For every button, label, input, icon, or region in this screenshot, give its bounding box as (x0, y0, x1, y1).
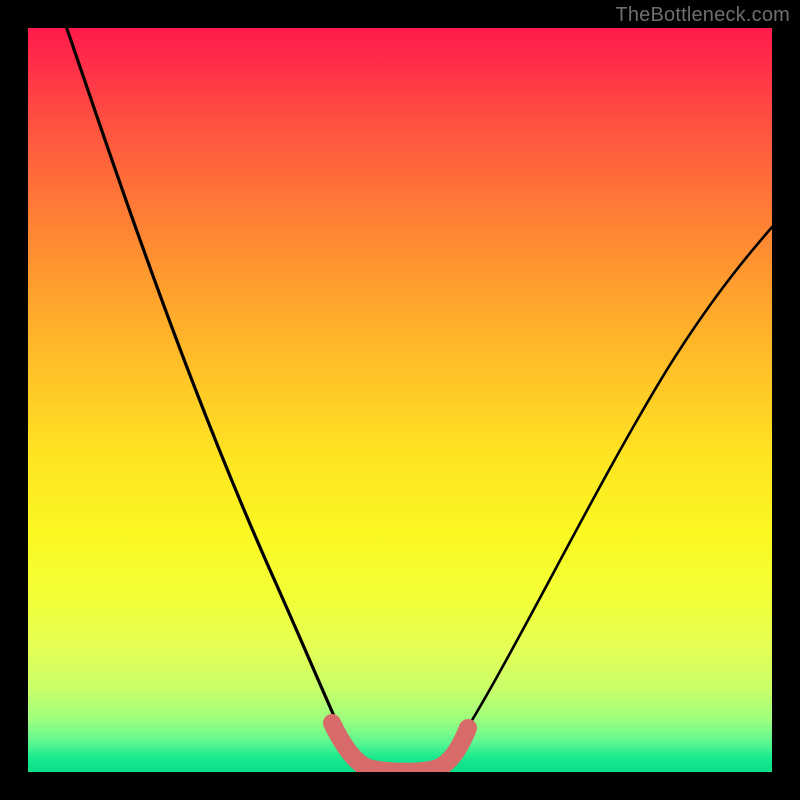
curve-right-branch (444, 218, 772, 764)
plot-area (28, 28, 772, 772)
watermark-text: TheBottleneck.com (615, 4, 790, 27)
valley-accent (332, 723, 468, 772)
curve-left-branch (64, 28, 356, 763)
chart-frame: TheBottleneck.com (0, 0, 800, 800)
curves-svg (28, 28, 772, 772)
